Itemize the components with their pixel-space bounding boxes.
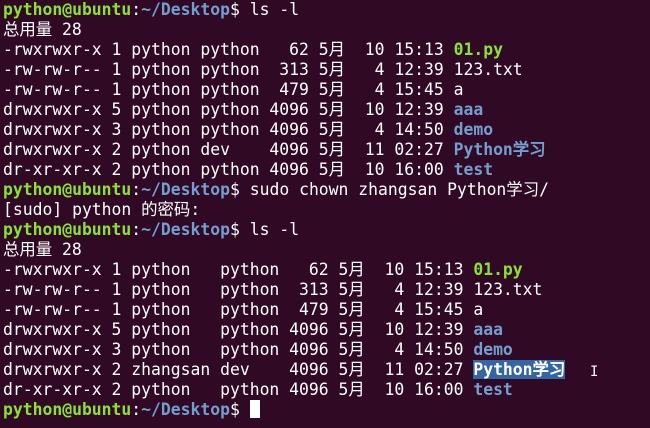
- command-text: ls -l: [249, 220, 300, 239]
- listing-row: -rw-rw-r-- 1 python python 479 5月 4 15:4…: [3, 80, 650, 100]
- listing-name: 01.py: [473, 260, 523, 279]
- output-line: [sudo] python 的密码:: [3, 200, 650, 220]
- listing-meta: -rwxrwxr-x 1 python python 62 5月 10 15:1…: [3, 40, 454, 59]
- listing-meta: dr-xr-xr-x 2 python python 4096 5月 10 16…: [3, 380, 474, 399]
- prompt-user-host: python@ubuntu: [3, 0, 132, 19]
- listing-meta: drwxrwxr-x 2 zhangsan dev 4096 5月 11 02:…: [3, 360, 474, 379]
- listing-row: drwxrwxr-x 5 python python 4096 5月 10 12…: [3, 320, 650, 340]
- listing-row: drwxrwxr-x 2 zhangsan dev 4096 5月 11 02:…: [3, 360, 650, 380]
- listing-meta: -rw-rw-r-- 1 python python 479 5月 4 15:4…: [3, 300, 474, 319]
- output-text: [sudo] python 的密码:: [3, 200, 201, 219]
- output-line: 总用量 28: [3, 20, 650, 40]
- output-text: 总用量 28: [3, 240, 82, 259]
- prompt-path: ~/Desktop: [141, 180, 230, 199]
- listing-row: drwxrwxr-x 3 python python 4096 5月 4 14:…: [3, 120, 650, 140]
- prompt-user-host: python@ubuntu: [3, 180, 132, 199]
- listing-row: -rw-rw-r-- 1 python python 479 5月 4 15:4…: [3, 300, 650, 320]
- listing-row: dr-xr-xr-x 2 python python 4096 5月 10 16…: [3, 380, 650, 400]
- listing-row: drwxrwxr-x 2 python dev 4096 5月 11 02:27…: [3, 140, 650, 160]
- prompt-user-host: python@ubuntu: [3, 400, 132, 419]
- output-line: 总用量 28: [3, 240, 650, 260]
- listing-meta: dr-xr-xr-x 2 python python 4096 5月 10 16…: [3, 160, 454, 179]
- prompt-separator: :: [131, 220, 142, 239]
- listing-name: a: [473, 300, 484, 319]
- listing-name: demo: [453, 120, 494, 139]
- listing-name: 123.txt: [473, 280, 543, 299]
- listing-name: aaa: [453, 100, 484, 119]
- listing-row: drwxrwxr-x 5 python python 4096 5月 10 12…: [3, 100, 650, 120]
- listing-name: 01.py: [453, 40, 503, 59]
- listing-name: Python学习: [473, 360, 566, 379]
- listing-meta: drwxrwxr-x 3 python python 4096 5月 4 14:…: [3, 340, 474, 359]
- prompt-dollar: $: [229, 0, 250, 19]
- text-cursor-ibeam-icon: I: [590, 364, 599, 380]
- prompt-path: ~/Desktop: [141, 0, 230, 19]
- listing-meta: drwxrwxr-x 2 python dev 4096 5月 11 02:27: [3, 140, 454, 159]
- listing-row: -rwxrwxr-x 1 python python 62 5月 10 15:1…: [3, 40, 650, 60]
- listing-row: -rwxrwxr-x 1 python python 62 5月 10 15:1…: [3, 260, 650, 280]
- output-text: 总用量 28: [3, 20, 82, 39]
- prompt-dollar: $: [229, 180, 250, 199]
- listing-name: aaa: [473, 320, 503, 339]
- listing-row: drwxrwxr-x 3 python python 4096 5月 4 14:…: [3, 340, 650, 360]
- listing-row: -rw-rw-r-- 1 python python 313 5月 4 12:3…: [3, 280, 650, 300]
- prompt-user-host: python@ubuntu: [3, 220, 132, 239]
- listing-name: 123.txt: [453, 60, 523, 79]
- listing-name: Python学习: [453, 140, 546, 159]
- command-text: ls -l: [249, 0, 300, 19]
- listing-meta: -rw-rw-r-- 1 python python 313 5月 4 12:3…: [3, 280, 474, 299]
- prompt-dollar: $: [229, 220, 250, 239]
- prompt-path: ~/Desktop: [141, 220, 230, 239]
- prompt-separator: :: [131, 400, 142, 419]
- listing-row: dr-xr-xr-x 2 python python 4096 5月 10 16…: [3, 160, 650, 180]
- command-text: sudo chown zhangsan Python学习/: [249, 180, 549, 199]
- terminal-cursor[interactable]: [249, 400, 260, 418]
- prompt-line: python@ubuntu:~/Desktop$ ls -l: [3, 0, 650, 20]
- listing-meta: -rwxrwxr-x 1 python python 62 5月 10 15:1…: [3, 260, 474, 279]
- listing-meta: drwxrwxr-x 3 python python 4096 5月 4 14:…: [3, 120, 454, 139]
- prompt-separator: :: [131, 180, 142, 199]
- prompt-line: python@ubuntu:~/Desktop$: [3, 400, 650, 420]
- prompt-line: python@ubuntu:~/Desktop$ ls -l: [3, 220, 650, 240]
- prompt-dollar: $: [229, 400, 250, 419]
- prompt-path: ~/Desktop: [141, 400, 230, 419]
- prompt-line: python@ubuntu:~/Desktop$ sudo chown zhan…: [3, 180, 650, 200]
- terminal-window[interactable]: python@ubuntu:~/Desktop$ ls -l 总用量 28 -rwx…: [0, 0, 650, 420]
- listing-row: -rw-rw-r-- 1 python python 313 5月 4 12:3…: [3, 60, 650, 80]
- listing-meta: -rw-rw-r-- 1 python python 479 5月 4 15:4…: [3, 80, 454, 99]
- listing-name: test: [453, 160, 494, 179]
- listing-name: demo: [473, 340, 513, 359]
- prompt-separator: :: [131, 0, 142, 19]
- listing-name: a: [453, 80, 464, 99]
- listing-meta: -rw-rw-r-- 1 python python 313 5月 4 12:3…: [3, 60, 454, 79]
- listing-name: test: [473, 380, 513, 399]
- listing-meta: drwxrwxr-x 5 python python 4096 5月 10 12…: [3, 320, 474, 339]
- listing-meta: drwxrwxr-x 5 python python 4096 5月 10 12…: [3, 100, 454, 119]
